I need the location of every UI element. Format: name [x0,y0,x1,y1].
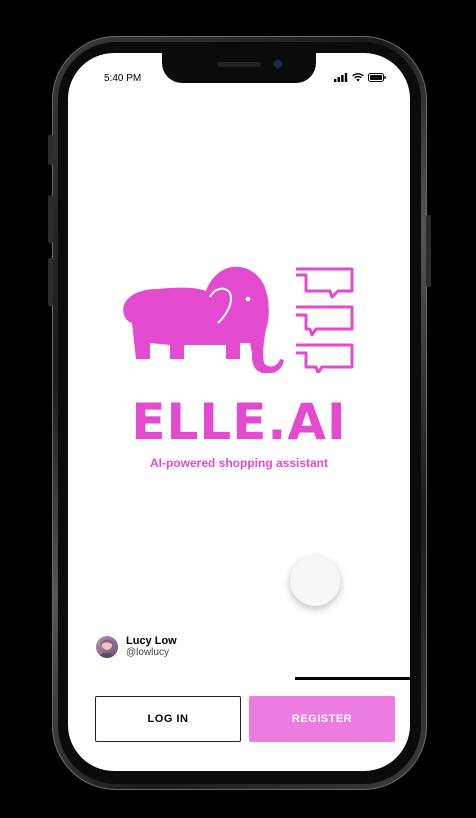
logo-graphic [68,263,410,373]
tagline: AI-powered shopping assistant [149,456,329,470]
volume-up-button [48,195,53,243]
user-handle: @lowlucy [126,647,169,658]
status-icons [334,73,386,82]
user-profile[interactable]: Lucy Low @lowlucy [96,635,177,659]
avatar [96,636,118,658]
front-camera [274,60,282,68]
battery-icon [368,73,386,82]
mute-switch [48,135,53,165]
wifi-icon [352,73,364,82]
user-name: Lucy Low [126,635,177,647]
power-button [426,215,431,287]
speaker-grille [217,62,261,67]
app-screen: 5:40 PM ELLE.AI AI-powered shopping assi… [68,53,410,771]
login-button[interactable]: LOG IN [95,696,241,742]
status-time: 5:40 PM [104,73,142,84]
register-button[interactable]: REGISTER [249,696,395,742]
home-indicator [295,677,410,680]
signal-icon [334,73,348,82]
floating-action-button[interactable] [290,556,340,606]
chat-bubble-icon [296,267,354,373]
brand-name: ELLE.AI [131,393,347,451]
notch [162,53,316,83]
volume-down-button [48,258,53,306]
